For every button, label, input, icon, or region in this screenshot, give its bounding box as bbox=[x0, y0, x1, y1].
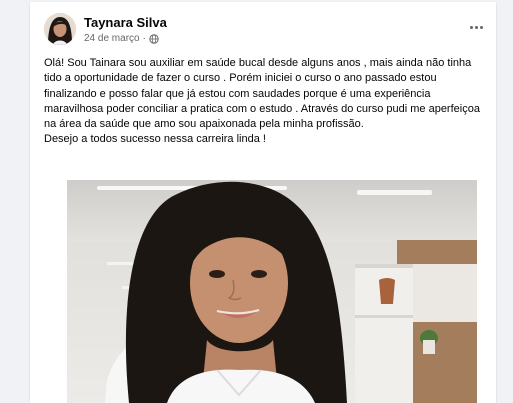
post-paragraph: Desejo a todos sucesso nessa carreira li… bbox=[44, 133, 266, 146]
author-avatar[interactable] bbox=[44, 13, 76, 45]
avatar-image bbox=[44, 13, 76, 45]
globe-icon bbox=[149, 33, 159, 44]
more-options-icon[interactable] bbox=[464, 19, 488, 35]
author-name[interactable]: Taynara Silva bbox=[84, 15, 167, 30]
post-card: Taynara Silva 24 de março · Olá! Sou Tai… bbox=[30, 2, 496, 403]
post-meta: 24 de março · bbox=[84, 33, 159, 44]
meta-separator: · bbox=[142, 33, 146, 44]
post-photo[interactable] bbox=[67, 180, 477, 403]
post-date[interactable]: 24 de março bbox=[84, 33, 140, 44]
post-header: Taynara Silva 24 de março · bbox=[30, 2, 496, 48]
post-paragraph: Olá! Sou Tainara sou auxiliar em saúde b… bbox=[44, 57, 480, 131]
photo-image bbox=[67, 180, 477, 403]
post-text: Olá! Sou Tainara sou auxiliar em saúde b… bbox=[44, 56, 488, 148]
